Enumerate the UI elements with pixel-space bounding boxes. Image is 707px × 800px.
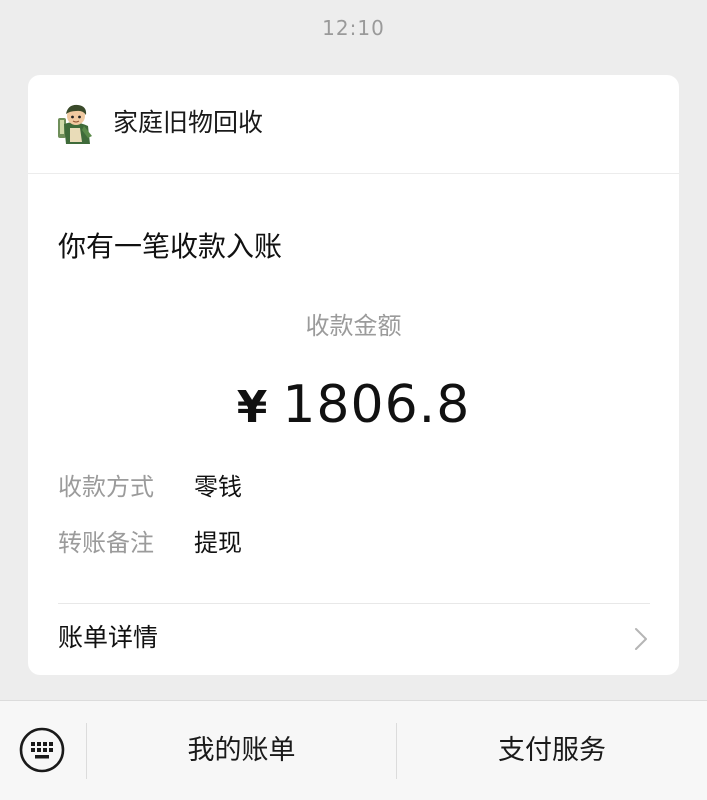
amount-label: 收款金额 bbox=[305, 312, 402, 340]
avatar-icon bbox=[58, 104, 92, 144]
transfer-remark-value: 提现 bbox=[194, 529, 242, 557]
payment-notification-card[interactable]: 家庭旧物回收 你有一笔收款入账 收款金额 ¥1806.8 收款方式 零钱 转账备… bbox=[28, 75, 679, 675]
chat-screen: 12:10 家庭旧物回收 你有一笔收款入账 收款金额 ¥1806.8 收款方式 … bbox=[0, 0, 707, 800]
chevron-right-icon bbox=[635, 628, 647, 650]
bill-detail-label: 账单详情 bbox=[58, 623, 159, 652]
transfer-remark-label: 转账备注 bbox=[58, 529, 154, 557]
bottom-menu-bar: 我的账单 支付服务 bbox=[0, 700, 707, 800]
amount-value: 1806.8 bbox=[282, 375, 471, 435]
card-header[interactable]: 家庭旧物回收 bbox=[28, 75, 679, 174]
keyboard-icon[interactable] bbox=[18, 726, 66, 774]
transfer-remark-row: 转账备注 提现 bbox=[58, 525, 658, 561]
message-timestamp: 12:10 bbox=[322, 16, 385, 40]
payment-method-value: 零钱 bbox=[194, 473, 242, 501]
payment-method-label: 收款方式 bbox=[58, 473, 154, 501]
payment-method-row: 收款方式 零钱 bbox=[58, 469, 658, 505]
merchant-name: 家庭旧物回收 bbox=[113, 108, 264, 137]
bill-detail-link[interactable]: 账单详情 bbox=[28, 604, 679, 675]
my-bills-button[interactable]: 我的账单 bbox=[87, 731, 396, 771]
payment-services-button[interactable]: 支付服务 bbox=[397, 731, 707, 771]
notice-title: 你有一笔收款入账 bbox=[58, 230, 283, 263]
currency-symbol: ¥ bbox=[236, 382, 269, 433]
amount-display: ¥1806.8 bbox=[28, 370, 679, 443]
